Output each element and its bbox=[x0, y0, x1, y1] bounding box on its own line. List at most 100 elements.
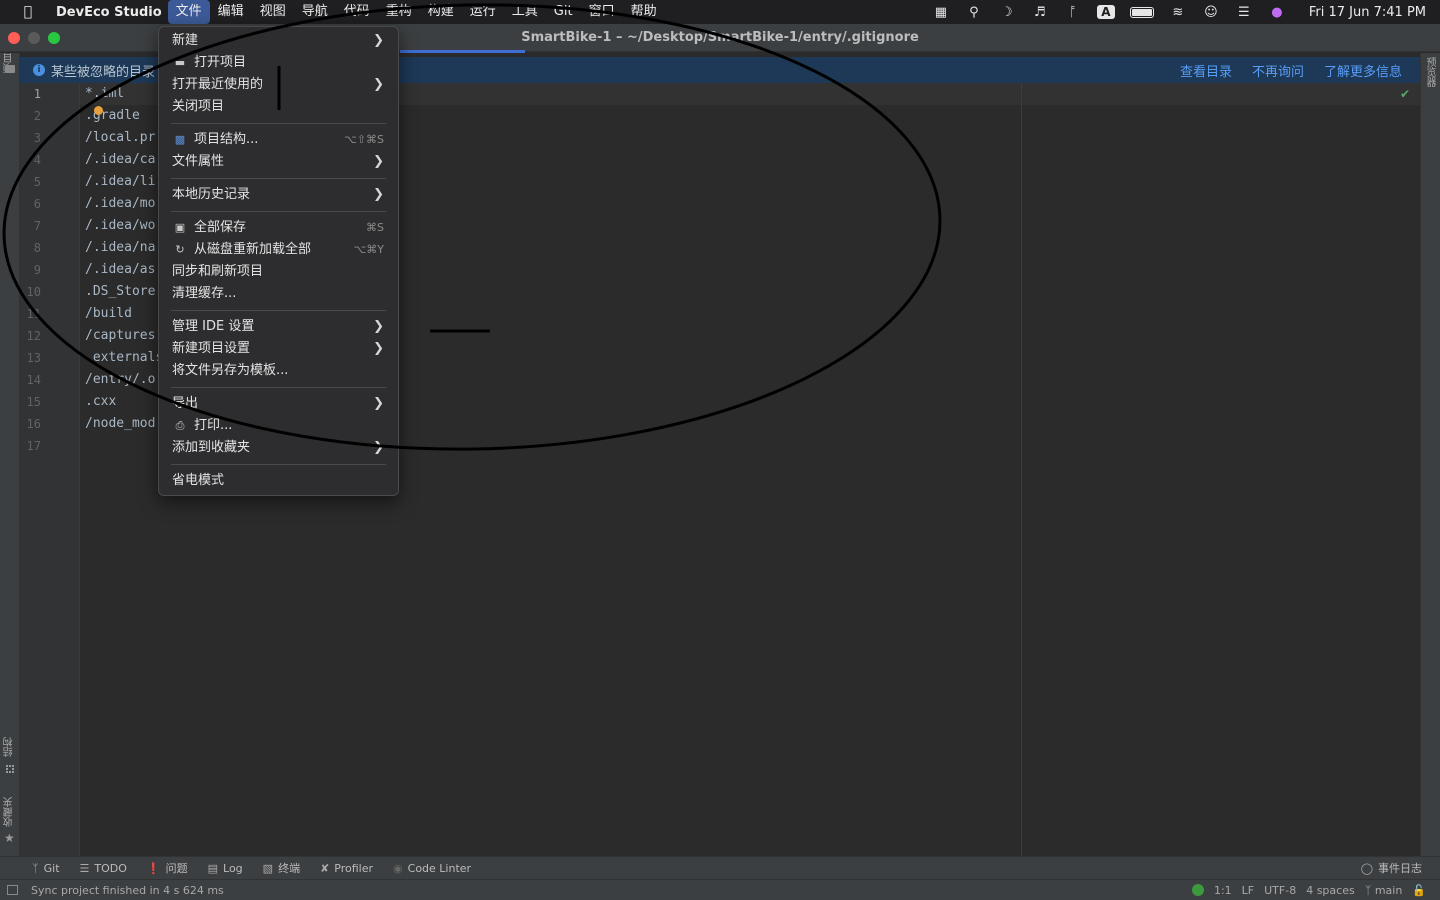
menu-build[interactable]: 构建 bbox=[420, 0, 462, 24]
code-line[interactable]: .externals bbox=[85, 350, 163, 365]
search-icon[interactable]: ⚲ bbox=[965, 5, 983, 20]
user-icon[interactable]: ☺ bbox=[1202, 5, 1220, 20]
menu-view[interactable]: 视图 bbox=[252, 0, 294, 24]
intention-bulb-icon[interactable] bbox=[94, 106, 103, 115]
menu-item-file-properties[interactable]: 文件属性 ❯ bbox=[159, 151, 398, 173]
indent-setting[interactable]: 4 spaces bbox=[1306, 884, 1355, 897]
structure-icon[interactable] bbox=[6, 765, 14, 773]
menu-item-label: 省电模式 bbox=[172, 473, 225, 488]
code-line[interactable]: /.idea/as bbox=[85, 262, 155, 277]
folder-icon[interactable] bbox=[5, 65, 15, 73]
tool-event-log[interactable]: ◯ 事件日志 bbox=[1361, 860, 1440, 876]
code-line[interactable]: /local.pr bbox=[85, 130, 155, 145]
code-line[interactable]: /.idea/ca bbox=[85, 152, 155, 167]
tool-problems[interactable]: ❗ 问题 bbox=[147, 860, 188, 876]
code-line[interactable]: /node_mod bbox=[85, 416, 155, 431]
menu-item-close-project[interactable]: 关闭项目 bbox=[159, 96, 398, 118]
inspection-ok-icon[interactable]: ✔ bbox=[1400, 87, 1410, 101]
menu-item-open-project[interactable]: ▬ 打开项目 bbox=[159, 52, 398, 74]
tool-git[interactable]: ᛉ Git bbox=[32, 862, 60, 875]
menu-item-reload-from-disk[interactable]: ↻ 从磁盘重新加载全部 ⌥⌘Y bbox=[159, 239, 398, 261]
favorites-tool-label[interactable]: 收藏夹 bbox=[2, 797, 17, 827]
line-number: 8 bbox=[33, 241, 41, 255]
learn-more-link[interactable]: 了解更多信息 bbox=[1324, 61, 1402, 80]
code-line[interactable]: /.idea/wo bbox=[85, 218, 155, 233]
menu-item-manage-ide-settings[interactable]: 管理 IDE 设置 ❯ bbox=[159, 316, 398, 338]
code-line[interactable]: /captures bbox=[85, 328, 155, 343]
file-encoding[interactable]: UTF-8 bbox=[1264, 884, 1296, 897]
menu-item-new[interactable]: 新建 ❯ bbox=[159, 30, 398, 52]
tool-terminal[interactable]: ▧ 终端 bbox=[263, 860, 300, 876]
menu-item-add-to-favorites[interactable]: 添加到收藏夹 ❯ bbox=[159, 437, 398, 459]
menu-code[interactable]: 代码 bbox=[336, 0, 378, 24]
tool-code-linter[interactable]: ◉ Code Linter bbox=[393, 862, 471, 875]
menu-item-print[interactable]: ⎙ 打印... bbox=[159, 415, 398, 437]
view-directories-link[interactable]: 查看目录 bbox=[1180, 61, 1232, 80]
right-tool-strip: 预览器 bbox=[1420, 53, 1440, 856]
menu-separator bbox=[171, 464, 386, 465]
menu-git[interactable]: Git bbox=[546, 0, 581, 24]
caret-position[interactable]: 1:1 bbox=[1214, 884, 1232, 897]
status-message[interactable]: Sync project finished in 4 s 624 ms bbox=[31, 884, 224, 897]
menu-navigate[interactable]: 导航 bbox=[294, 0, 336, 24]
code-line[interactable]: /.idea/mo bbox=[85, 196, 155, 211]
battery-icon[interactable] bbox=[1129, 6, 1154, 18]
menu-file[interactable]: 文件 bbox=[167, 0, 210, 24]
tool-profiler[interactable]: ✘ Profiler bbox=[320, 862, 373, 875]
menu-item-save-all[interactable]: ▣ 全部保存 ⌘S bbox=[159, 217, 398, 239]
menu-refactor[interactable]: 重构 bbox=[378, 0, 420, 24]
menu-item-project-structure[interactable]: ▩ 项目结构... ⌥⇧⌘S bbox=[159, 129, 398, 151]
control-center-icon[interactable]: ☰ bbox=[1235, 5, 1253, 20]
previewer-tool-label[interactable]: 预览器 bbox=[1422, 57, 1437, 87]
menu-separator bbox=[171, 178, 386, 179]
code-line[interactable]: .cxx bbox=[85, 394, 116, 409]
code-line[interactable]: /.idea/li bbox=[85, 174, 155, 189]
menu-item-sync-refresh[interactable]: 同步和刷新项目 bbox=[159, 261, 398, 283]
menu-item-open-recent[interactable]: 打开最近使用的 ❯ bbox=[159, 74, 398, 96]
apple-menu-icon[interactable]:  bbox=[0, 4, 56, 20]
stamp-icon[interactable]: ▦ bbox=[932, 5, 950, 20]
menu-edit[interactable]: 编辑 bbox=[210, 0, 252, 24]
menu-item-local-history[interactable]: 本地历史记录 ❯ bbox=[159, 184, 398, 206]
moon-icon[interactable]: ☽ bbox=[998, 5, 1016, 20]
menu-item-invalidate-caches[interactable]: 清理缓存... bbox=[159, 283, 398, 305]
menubar-clock[interactable]: Fri 17 Jun 7:41 PM bbox=[1309, 5, 1426, 20]
menu-help[interactable]: 帮助 bbox=[623, 0, 665, 24]
code-line[interactable]: *.iml bbox=[85, 86, 124, 101]
code-line[interactable]: /entry/.o bbox=[85, 372, 155, 387]
code-line[interactable]: /.idea/na bbox=[85, 240, 155, 255]
siri-icon[interactable]: ● bbox=[1268, 5, 1286, 20]
menu-item-label: 将文件另存为模板... bbox=[172, 363, 289, 378]
profiler-icon: ✘ bbox=[320, 861, 330, 875]
structure-tool-label[interactable]: 结构 bbox=[2, 737, 17, 757]
menu-item-save-as-template[interactable]: 将文件另存为模板... bbox=[159, 360, 398, 382]
code-line[interactable]: .DS_Store bbox=[85, 284, 155, 299]
tool-log[interactable]: ▤ Log bbox=[208, 862, 243, 875]
menu-item-label: 打印... bbox=[194, 418, 233, 433]
menu-window[interactable]: 窗口 bbox=[581, 0, 623, 24]
wifi-icon[interactable]: ≋ bbox=[1169, 5, 1187, 20]
lock-icon[interactable]: 🔓 bbox=[1412, 884, 1426, 897]
bluetooth-icon[interactable]: ᚩ bbox=[1064, 5, 1082, 20]
tool-label: Git bbox=[43, 861, 60, 875]
app-menu[interactable]: DevEco Studio bbox=[56, 5, 168, 20]
code-line[interactable]: /build bbox=[85, 306, 132, 321]
dont-ask-again-link[interactable]: 不再询问 bbox=[1252, 61, 1304, 80]
menu-item-export[interactable]: 导出 ❯ bbox=[159, 393, 398, 415]
menu-separator bbox=[171, 387, 386, 388]
tool-todo[interactable]: ☰ TODO bbox=[80, 862, 127, 875]
line-separator[interactable]: LF bbox=[1242, 884, 1254, 897]
star-icon[interactable]: ★ bbox=[4, 831, 15, 845]
menu-item-power-save-mode[interactable]: 省电模式 bbox=[159, 470, 398, 492]
menu-tools[interactable]: 工具 bbox=[504, 0, 546, 24]
git-branch[interactable]: ᛉ main bbox=[1365, 884, 1403, 897]
volume-icon[interactable]: ♬ bbox=[1031, 5, 1049, 20]
menu-run[interactable]: 运行 bbox=[462, 0, 504, 24]
tool-label: Code Linter bbox=[407, 861, 472, 875]
menu-item-new-project-settings[interactable]: 新建项目设置 ❯ bbox=[159, 338, 398, 360]
chevron-right-icon: ❯ bbox=[373, 440, 384, 455]
input-source-icon[interactable]: A bbox=[1096, 5, 1115, 19]
sync-status-icon[interactable] bbox=[1191, 884, 1204, 896]
reload-icon: ↻ bbox=[175, 243, 185, 256]
toggle-tool-windows-icon[interactable] bbox=[7, 885, 18, 895]
